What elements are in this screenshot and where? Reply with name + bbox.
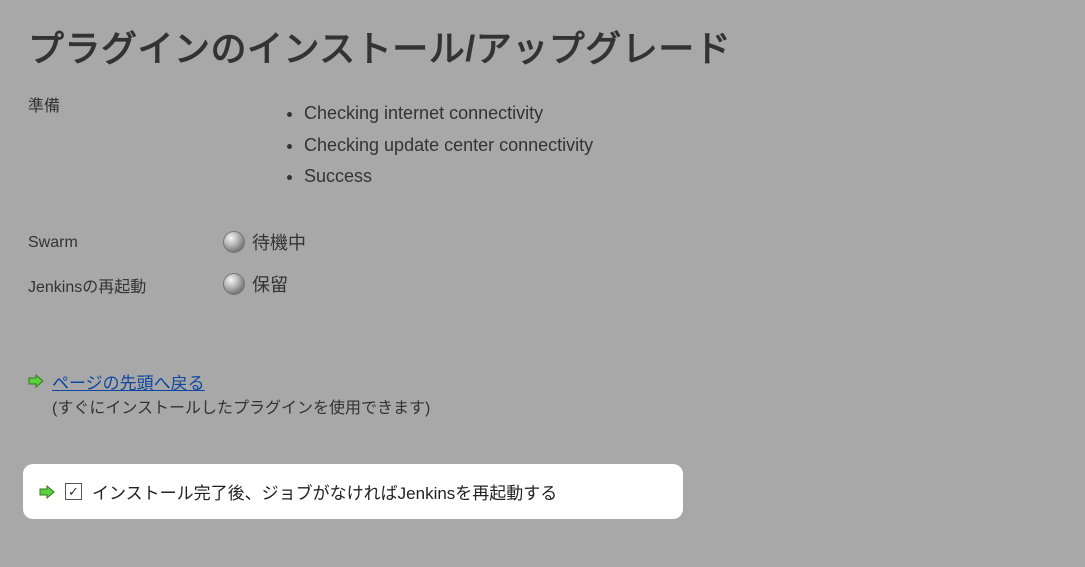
arrow-right-icon [39, 484, 55, 500]
restart-option-box: ✓ インストール完了後、ジョブがなければJenkinsを再起動する [23, 464, 683, 519]
list-item: Success [304, 161, 1057, 193]
status-label: Swarm [28, 232, 216, 252]
prepare-checks: Checking internet connectivity Checking … [252, 98, 1057, 193]
list-item: Checking internet connectivity [304, 98, 1057, 130]
prepare-label: 準備 [28, 90, 216, 116]
status-row-restart: Jenkinsの再起動 保留 [28, 271, 1057, 297]
list-item: Checking update center connectivity [304, 130, 1057, 162]
status-ball-icon [223, 231, 245, 253]
status-ball-icon [223, 273, 245, 295]
restart-checkbox-label: インストール完了後、ジョブがなければJenkinsを再起動する [92, 479, 557, 504]
page-title: プラグインのインストール/アップグレード [28, 20, 1057, 72]
status-value: 保留 [252, 271, 1057, 297]
arrow-right-icon [28, 373, 44, 389]
status-row-swarm: Swarm 待機中 [28, 229, 1057, 255]
status-value: 待機中 [252, 229, 1057, 255]
back-to-top-note: (すぐにインストールしたプラグインを使用できます) [52, 394, 430, 418]
back-to-top-link[interactable]: ページの先頭へ戻る [52, 369, 430, 394]
restart-checkbox[interactable]: ✓ [65, 483, 82, 500]
back-to-top-row: ページの先頭へ戻る (すぐにインストールしたプラグインを使用できます) [28, 369, 1057, 418]
status-label: Jenkinsの再起動 [28, 271, 216, 297]
prepare-section: 準備 Checking internet connectivity Checki… [28, 90, 1057, 193]
